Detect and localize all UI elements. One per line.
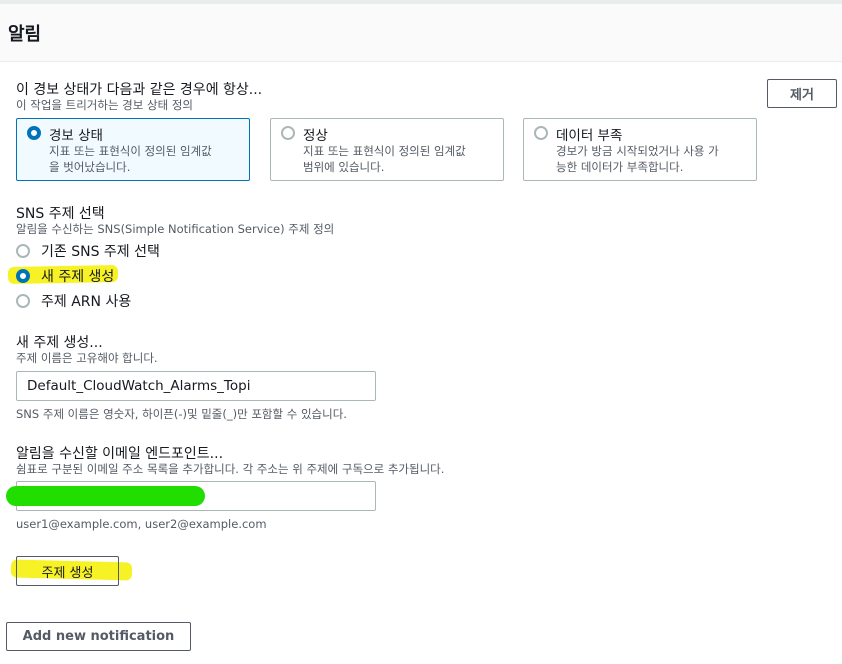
remove-button[interactable]: 제거	[767, 79, 837, 108]
radio-label: 주제 ARN 사용	[41, 294, 132, 310]
sns-topic-label: SNS 주제 선택	[16, 206, 105, 222]
notification-panel: 알림 이 경보 상태가 다음과 같은 경우에 항상... 이 작업을 트리거하는…	[0, 0, 842, 664]
tile-description: 지표 또는 표현식이 정의된 임계값 을 벗어났습니다.	[49, 143, 212, 175]
tile-ok[interactable]: 정상 지표 또는 표현식이 정의된 임계값 범위에 있습니다.	[270, 118, 504, 181]
radio-icon	[16, 294, 30, 308]
tile-title: 정상	[303, 128, 328, 144]
tile-insufficient-data[interactable]: 데이터 부족 경보가 방금 시작되었거나 사용 가 능한 데이터가 부족합니다.	[523, 118, 757, 181]
tile-description: 경보가 방금 시작되었거나 사용 가 능한 데이터가 부족합니다.	[556, 143, 719, 175]
tile-in-alarm[interactable]: 경보 상태 지표 또는 표현식이 정의된 임계값 을 벗어났습니다.	[16, 118, 250, 181]
tile-description: 지표 또는 표현식이 정의된 임계값 범위에 있습니다.	[303, 143, 466, 175]
radio-label: 새 주제 생성	[41, 269, 115, 285]
tile-desc-line: 능한 데이터가 부족합니다.	[556, 160, 684, 174]
radio-icon	[281, 126, 295, 140]
tile-desc-line: 지표 또는 표현식이 정의된 임계값	[303, 144, 466, 158]
radio-icon-selected	[16, 269, 30, 283]
alarm-state-description: 이 작업을 트리거하는 경보 상태 정의	[16, 98, 193, 112]
email-endpoint-label: 알림을 수신할 이메일 엔드포인트...	[16, 446, 224, 462]
radio-icon-selected	[27, 126, 41, 140]
add-notification-button[interactable]: Add new notification	[6, 622, 191, 651]
tile-desc-line: 지표 또는 표현식이 정의된 임계값	[49, 144, 212, 158]
radio-icon	[534, 126, 548, 140]
topic-name-input[interactable]	[16, 371, 376, 401]
tile-desc-line: 경보가 방금 시작되었거나 사용 가	[556, 144, 719, 158]
email-endpoint-hint: user1@example.com, user2@example.com	[16, 517, 267, 531]
tile-title: 데이터 부족	[556, 128, 623, 144]
radio-icon	[16, 244, 30, 258]
tile-title: 경보 상태	[49, 128, 103, 144]
radio-label: 기존 SNS 주제 선택	[41, 244, 160, 260]
alarm-state-label: 이 경보 상태가 다음과 같은 경우에 항상...	[16, 82, 263, 98]
email-endpoint-description: 쉼표로 구분된 이메일 주소 목록을 추가합니다. 각 주소는 위 주제에 구독…	[16, 462, 445, 476]
section-title: 알림	[8, 24, 42, 45]
section-header: 알림	[0, 4, 842, 62]
new-topic-description: 주제 이름은 고유해야 합니다.	[16, 351, 158, 365]
new-topic-label: 새 주제 생성...	[16, 335, 103, 351]
sns-topic-description: 알림을 수신하는 SNS(Simple Notification Service…	[16, 222, 335, 236]
tile-desc-line: 범위에 있습니다.	[303, 160, 385, 174]
redaction-mark	[6, 486, 205, 506]
topic-name-hint: SNS 주제 이름은 영숫자, 하이픈(-)및 밑줄(_)만 포함할 수 있습니…	[16, 407, 347, 421]
create-topic-button[interactable]: 주제 생성	[16, 556, 119, 586]
tile-desc-line: 을 벗어났습니다.	[49, 160, 131, 174]
